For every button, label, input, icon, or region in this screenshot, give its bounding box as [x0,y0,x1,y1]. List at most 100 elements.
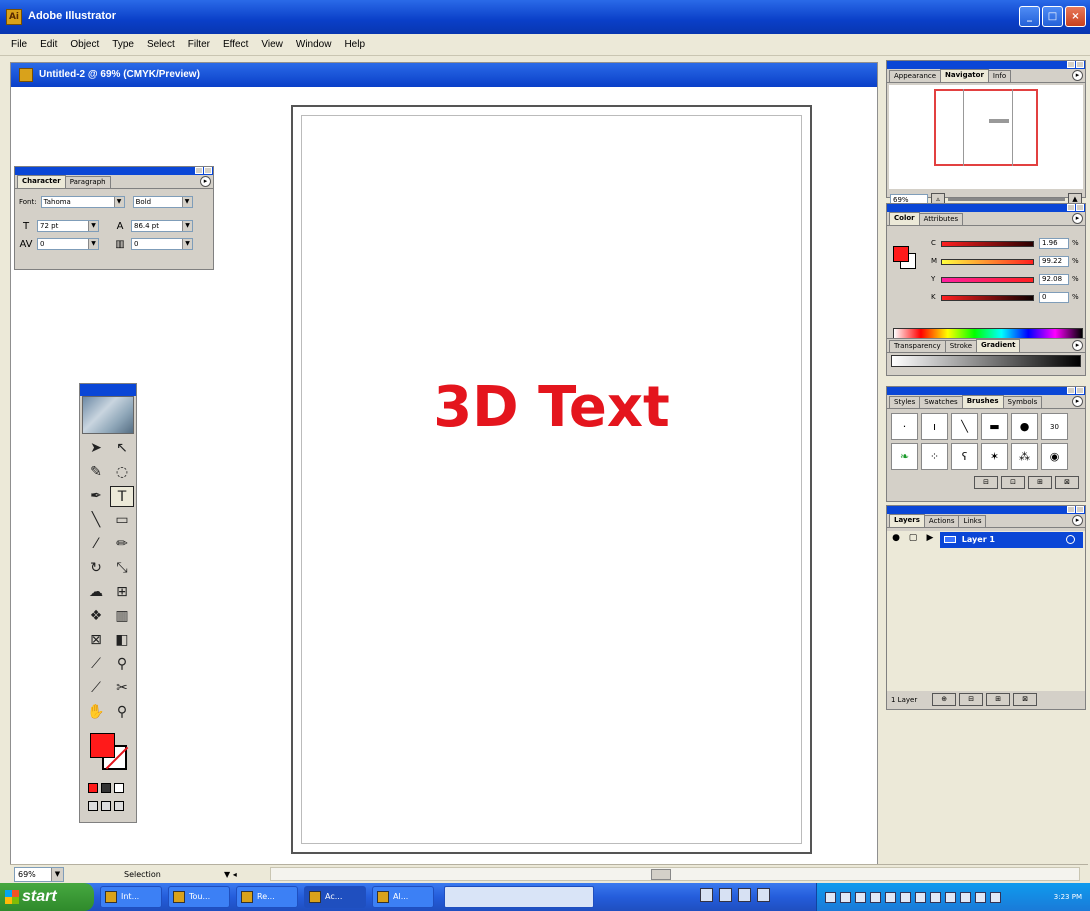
status-menu-arrow-icon[interactable]: ▼ ◂ [224,870,237,879]
yellow-value-field[interactable]: 92.08 [1039,274,1069,285]
scissors-tool-icon[interactable]: ✂ [110,678,134,699]
new-sublayer-icon[interactable]: ⊟ [959,693,984,706]
network-tray-icon[interactable] [738,888,751,902]
new-brush-icon[interactable]: ⊞ [1028,476,1052,489]
tray-icon[interactable] [930,891,941,903]
menu-help[interactable]: Help [343,38,366,51]
taskbar-item[interactable]: Re... [236,886,298,908]
brush-charcoal-icon[interactable]: ⁂ [1011,443,1038,470]
line-tool-icon[interactable]: ╲ [84,510,108,531]
font-family-select[interactable]: Tahoma ▼ [40,196,125,208]
minimize-panel-icon[interactable] [195,167,203,174]
taskbar-item[interactable]: Al... [372,886,434,908]
tray-icon[interactable] [975,891,986,903]
taskbar-item[interactable]: Int... [100,886,162,908]
canvas-text-object[interactable]: 3D Text [293,375,810,440]
black-value-field[interactable]: 0 [1039,292,1069,303]
tab-actions[interactable]: Actions [923,515,960,527]
monitor-tray-icon[interactable] [719,888,732,902]
lasso-tool-icon[interactable]: ◌ [110,462,134,483]
pencil-tool-icon[interactable]: ✏ [110,534,134,555]
brush-dot-thin-icon[interactable]: ı [921,413,948,440]
close-panel-icon[interactable] [1076,506,1084,513]
tab-gradient[interactable]: Gradient [976,339,1021,352]
horizontal-scrollbar[interactable] [270,867,1080,881]
scale-tool-icon[interactable]: ⤡ [110,558,134,579]
brush-scatter-icon[interactable]: ⁘ [921,443,948,470]
color-mode-button[interactable] [88,783,98,793]
warp-tool-icon[interactable]: ☁ [84,582,108,603]
paintbrush-tool-icon[interactable]: ⁄ [84,534,108,555]
magenta-value-field[interactable]: 99.22 [1039,256,1069,267]
brush-diagonal-icon[interactable]: ╲ [951,413,978,440]
standard-screen-mode-icon[interactable] [88,801,98,811]
target-circle-icon[interactable] [1066,535,1075,544]
menu-select[interactable]: Select [146,38,176,51]
tray-icon[interactable] [900,891,911,903]
tray-icon[interactable] [915,891,926,903]
minimize-panel-icon[interactable] [1067,387,1075,394]
menu-filter[interactable]: Filter [187,38,211,51]
gradient-mode-button[interactable] [101,783,111,793]
panel-titlebar[interactable] [15,167,213,175]
yellow-slider[interactable] [941,277,1034,283]
delete-layer-icon[interactable]: ⊠ [1013,693,1038,706]
start-button[interactable]: start [0,883,94,911]
leading-field[interactable]: 86.4 pt ▼ [131,220,193,232]
chevron-down-icon[interactable]: ▼ [182,221,192,231]
brush-leaf-icon[interactable]: ❧ [891,443,918,470]
tray-icon[interactable] [840,891,851,903]
full-screen-menu-mode-icon[interactable] [101,801,111,811]
tab-symbols[interactable]: Symbols [1002,396,1043,408]
panel-menu-icon[interactable]: ▸ [1072,396,1083,407]
chevron-down-icon[interactable]: ▼ [51,867,63,881]
fill-swatch[interactable] [90,733,115,758]
panel-menu-icon[interactable]: ▸ [1072,340,1083,351]
navigator-view-box[interactable] [934,89,1038,166]
menu-effect[interactable]: Effect [222,38,249,51]
panel-titlebar[interactable] [887,387,1085,395]
panel-menu-icon[interactable]: ▸ [1072,515,1083,526]
lock-slot-icon[interactable]: ▢ [906,533,920,547]
tab-styles[interactable]: Styles [889,396,921,408]
close-panel-icon[interactable] [1076,387,1084,394]
font-size-field[interactable]: 72 pt ▼ [37,220,99,232]
minimize-panel-icon[interactable] [1067,61,1075,68]
panel-titlebar[interactable] [887,61,1085,69]
tab-color[interactable]: Color [889,212,920,225]
direct-selection-tool-icon[interactable]: ↖ [110,438,134,459]
brush-arrow-icon[interactable]: ʕ [951,443,978,470]
expand-triangle-icon[interactable]: ▶ [923,533,937,547]
rotate-tool-icon[interactable]: ↻ [84,558,108,579]
close-panel-icon[interactable] [1076,61,1084,68]
layer-name[interactable]: Layer 1 [940,532,1083,548]
chevron-down-icon[interactable]: ▼ [182,239,192,249]
panel-menu-icon[interactable]: ▸ [1072,213,1083,224]
type-tool-icon[interactable]: T [110,486,134,507]
magenta-slider[interactable] [941,259,1034,265]
panel-menu-icon[interactable]: ▸ [1072,70,1083,81]
panel-titlebar[interactable] [887,204,1085,212]
brush-flat-icon[interactable]: ▬ [981,413,1008,440]
tray-icon[interactable] [960,891,971,903]
tab-appearance[interactable]: Appearance [889,70,942,82]
tray-icon[interactable] [825,891,836,903]
menu-file[interactable]: File [10,38,28,51]
tab-transparency[interactable]: Transparency [889,340,946,352]
brush-splatter-icon[interactable]: ✶ [981,443,1008,470]
tab-swatches[interactable]: Swatches [919,396,963,408]
toolbox-titlebar[interactable] [80,384,136,396]
zoom-tool-icon[interactable]: ⚲ [110,702,134,723]
minimize-button[interactable]: _ [1019,6,1040,27]
menu-view[interactable]: View [260,38,284,51]
navigator-zoom-slider[interactable] [948,198,1065,201]
eye-icon[interactable]: ● [889,533,903,547]
adobe-splash-thumbnail[interactable] [82,396,134,434]
magic-wand-tool-icon[interactable]: ✎ [84,462,108,483]
menu-edit[interactable]: Edit [39,38,58,51]
pen-tool-icon[interactable]: ✒ [84,486,108,507]
tab-info[interactable]: Info [987,70,1012,82]
clock[interactable]: 3:23 PM [1054,893,1082,901]
tray-icon[interactable] [855,891,866,903]
gradient-tool-icon[interactable]: ◧ [110,630,134,651]
